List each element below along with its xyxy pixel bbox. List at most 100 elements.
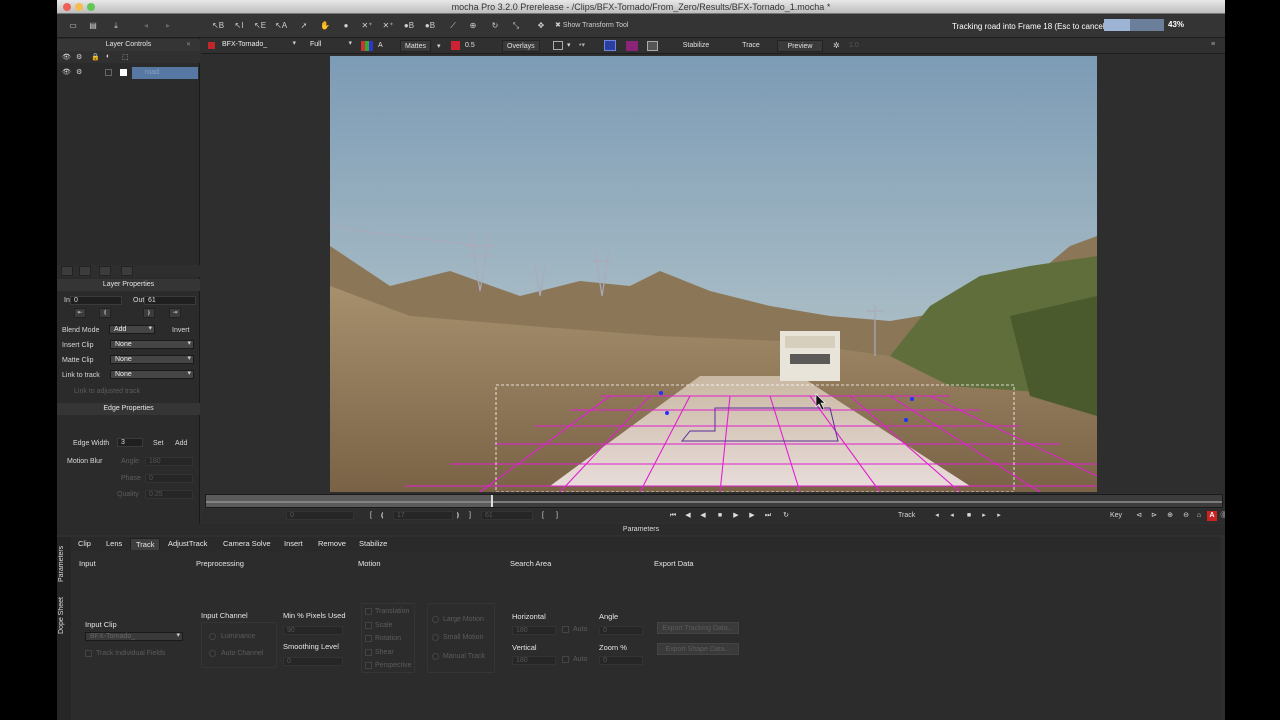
export-tracking-data-button[interactable]: Export Tracking Data... — [657, 622, 739, 634]
layer-name[interactable]: road — [132, 67, 198, 79]
bracket-in-icon[interactable]: [ — [538, 511, 548, 521]
move-icon[interactable]: ✥ — [535, 18, 547, 33]
scale-checkbox[interactable] — [365, 622, 372, 629]
key-lock-icon[interactable]: ⌂ — [1194, 511, 1204, 521]
new-project-icon[interactable]: ▭ — [67, 18, 79, 33]
tab-insert[interactable]: Insert — [279, 538, 308, 550]
translation-checkbox[interactable] — [365, 608, 372, 615]
hand-tool-icon[interactable]: ✋ — [319, 18, 331, 33]
mattes-dropdown-icon[interactable]: ▾ — [437, 42, 441, 50]
blur-quality-field[interactable]: 0.25 — [145, 490, 193, 499]
tab-lens[interactable]: Lens — [101, 538, 127, 550]
play-forward-icon[interactable]: ▶ — [731, 511, 741, 521]
export-shape-data-button[interactable]: Export Shape Data... — [657, 643, 739, 655]
zoom-value[interactable]: 1.0 — [849, 40, 859, 52]
timeline-bar[interactable] — [205, 494, 1223, 508]
motion-blur-checkbox[interactable]: Motion Blur — [67, 458, 102, 465]
matte-opacity-value[interactable]: 0.5 — [465, 40, 475, 52]
layer-row[interactable]: 👁 ⚙ road — [57, 67, 200, 79]
select-all-icon[interactable]: ↖A — [275, 18, 287, 33]
open-project-icon[interactable]: ▤ — [87, 18, 99, 33]
large-motion-radio[interactable] — [432, 616, 439, 623]
matte-color-icon[interactable] — [451, 41, 460, 50]
angle-field[interactable]: 0 — [599, 626, 643, 635]
edge-set-button[interactable]: Set — [153, 440, 164, 447]
bracket-out-icon[interactable]: ] — [552, 511, 562, 521]
tab-adjusttrack[interactable]: AdjustTrack — [163, 538, 212, 550]
create-bspline-icon[interactable]: ●B — [403, 18, 415, 33]
select-edges-icon[interactable]: ↖E — [254, 18, 266, 33]
side-tab-dope-sheet[interactable]: Dope Sheet — [58, 593, 70, 639]
key-reset-icon[interactable]: ⓪ — [1219, 511, 1226, 521]
edge-width-field[interactable]: 3 — [117, 438, 143, 447]
select-tool-icon[interactable]: ↖B — [212, 18, 224, 33]
go-to-out-icon[interactable]: ⟭ — [453, 511, 463, 521]
scale-icon[interactable]: ⤡ — [510, 18, 522, 33]
luminance-radio[interactable] — [209, 633, 216, 640]
resolution-select[interactable]: Full — [306, 40, 354, 50]
play-backward-icon[interactable]: ◀ — [698, 511, 708, 521]
blend-mode-select[interactable]: Add — [109, 325, 155, 334]
surface-overlay-icon[interactable] — [604, 40, 616, 51]
set-in-point-icon[interactable]: [ — [366, 511, 376, 521]
track-stop-icon[interactable]: ■ — [964, 511, 974, 521]
point-overlay-icon[interactable]: •▾ — [579, 41, 585, 49]
horizontal-auto-checkbox[interactable] — [562, 626, 569, 633]
go-to-end-icon[interactable]: ⏭ — [763, 511, 773, 521]
panel-close-icon[interactable]: ✕ — [186, 41, 191, 48]
render-overlay-icon[interactable] — [647, 41, 658, 51]
undo-icon[interactable]: ◂ — [140, 18, 152, 33]
perspective-checkbox[interactable] — [365, 662, 372, 669]
layer-visibility-icon[interactable]: 👁 — [62, 68, 71, 76]
manual-track-radio[interactable] — [432, 653, 439, 660]
add-layer-button[interactable] — [61, 266, 73, 276]
set-in-button[interactable]: ⇤ — [74, 308, 86, 318]
go-in-button[interactable]: ⟬ — [99, 308, 111, 318]
add-key-icon[interactable]: ⊕ — [1165, 511, 1175, 521]
tab-clip[interactable]: Clip — [73, 538, 96, 550]
redo-icon[interactable]: ▸ — [162, 18, 174, 33]
loop-icon[interactable]: ↻ — [781, 511, 791, 521]
go-to-in-icon[interactable]: ⟬ — [377, 511, 387, 521]
track-backward-frame-icon[interactable]: ◂ — [932, 511, 942, 521]
go-out-button[interactable]: ⟭ — [143, 308, 155, 318]
set-out-point-icon[interactable]: ] — [465, 511, 475, 521]
duplicate-layer-button[interactable] — [79, 266, 91, 276]
layer-lock-checkbox[interactable] — [105, 69, 112, 76]
input-clip-select[interactable]: BFX-Tornado_ — [85, 632, 183, 641]
out-field[interactable]: 61 — [144, 296, 196, 305]
add-bspline-icon[interactable]: ●B — [424, 18, 436, 33]
min-pixels-field[interactable]: 90 — [283, 626, 343, 635]
small-motion-radio[interactable] — [432, 634, 439, 641]
mesh-overlay-icon[interactable] — [626, 41, 638, 51]
link-to-track-select[interactable]: None — [110, 370, 194, 379]
link-adjusted-track-checkbox[interactable]: Link to adjusted track — [74, 388, 140, 395]
set-out-button[interactable]: ⇥ — [169, 308, 181, 318]
rotate-icon[interactable]: ↻ — [489, 18, 501, 33]
delete-key-icon[interactable]: ⊖ — [1181, 511, 1191, 521]
frame-end-field[interactable]: 61 — [481, 511, 533, 520]
vertical-field[interactable]: 180 — [512, 656, 556, 665]
grid-overlay-icon[interactable] — [553, 41, 563, 50]
horizontal-field[interactable]: 180 — [512, 626, 556, 635]
trace-view-button[interactable]: Trace — [731, 40, 771, 52]
in-field[interactable]: 0 — [70, 296, 122, 305]
add-xspline-icon[interactable]: ✕⁺ — [382, 18, 394, 33]
track-backward-icon[interactable]: ◂ — [947, 511, 957, 521]
prev-key-icon[interactable]: ⊲ — [1134, 511, 1144, 521]
insert-clip-select[interactable]: None — [110, 340, 194, 349]
viewer-menu-icon[interactable]: ≡ — [1211, 41, 1215, 48]
rotation-checkbox[interactable] — [365, 635, 372, 642]
stabilize-view-button[interactable]: Stabilize — [676, 40, 716, 52]
track-forward-icon[interactable]: ▸ — [979, 511, 989, 521]
zoom-icon[interactable]: ✲ — [833, 41, 840, 50]
step-forward-icon[interactable]: ▶ — [747, 511, 757, 521]
preview-view-button[interactable]: Preview — [777, 40, 823, 52]
step-back-icon[interactable]: ◀ — [683, 511, 693, 521]
next-key-icon[interactable]: ⊳ — [1149, 511, 1159, 521]
track-individual-fields-checkbox[interactable] — [85, 650, 92, 657]
overlay-dropdown-icon[interactable]: ▾ — [567, 41, 571, 49]
blur-phase-field[interactable]: 0 — [145, 474, 193, 483]
playhead[interactable] — [491, 495, 493, 507]
tab-track[interactable]: Track — [130, 538, 161, 550]
